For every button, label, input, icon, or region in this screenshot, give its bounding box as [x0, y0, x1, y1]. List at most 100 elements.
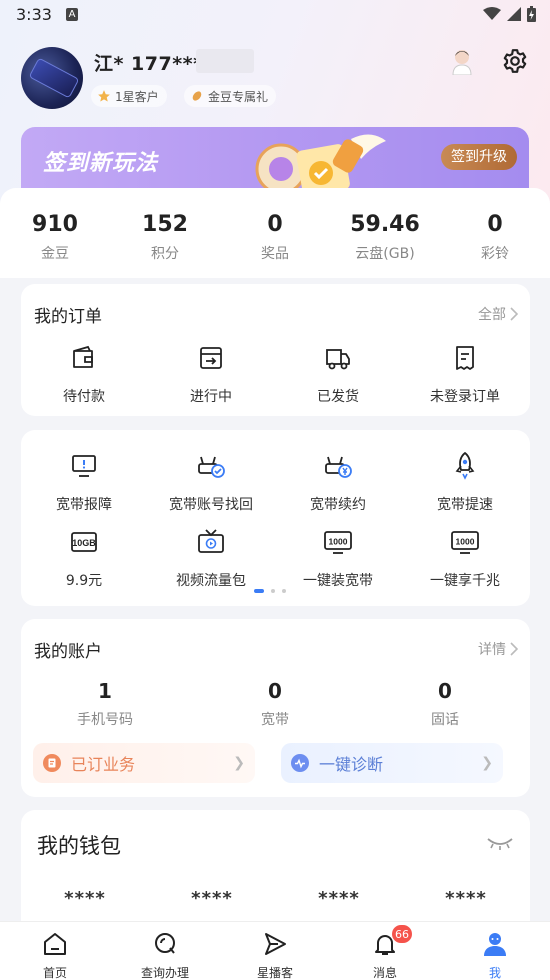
stat-golden-beans[interactable]: 910 金豆	[0, 212, 110, 263]
stat-label: 金豆	[41, 246, 69, 262]
router-yen-icon	[325, 456, 352, 478]
eye-closed-icon[interactable]	[486, 836, 514, 850]
service-label: 一键装宽带	[303, 573, 373, 589]
service-broadband-fault[interactable]: 宽带报障	[24, 450, 144, 514]
orders-all-label: 全部	[478, 307, 506, 323]
golden-bean-gift-badge[interactable]: 金豆专属礼	[184, 85, 277, 107]
stat-label: 彩铃	[481, 246, 509, 262]
customer-level-label: 1星客户	[115, 89, 159, 104]
service-gigabit-broadband[interactable]: 1000 一键享千兆	[405, 526, 525, 590]
banner-title: 签到新玩法	[43, 151, 159, 176]
orders-title: 我的订单	[34, 307, 102, 327]
nav-label: 星播客	[256, 966, 293, 980]
service-data-package[interactable]: 10GB 9.9元	[24, 526, 144, 590]
golden-bean-gift-label: 金豆专属礼	[208, 89, 269, 104]
checkin-illustration	[255, 134, 386, 193]
carousel-page-indicator[interactable]	[254, 589, 286, 593]
message-count-badge: 66	[391, 924, 413, 944]
carousel-dot[interactable]	[271, 589, 275, 593]
stat-prizes[interactable]: 0 奖品	[220, 212, 330, 263]
checkin-banner[interactable]: 签到新玩法 签到升级	[21, 127, 529, 193]
nav-query[interactable]: 查询办理	[110, 930, 220, 980]
order-in-progress[interactable]: 进行中	[151, 342, 271, 406]
account-details-link[interactable]: 详情	[478, 639, 518, 659]
carousel-dot[interactable]	[282, 589, 286, 593]
service-label: 宽带报障	[56, 497, 112, 513]
nav-messages[interactable]: 66 消息	[330, 924, 440, 980]
service-label: 宽带提速	[437, 497, 493, 513]
stat-label: 云盘(GB)	[355, 246, 415, 262]
service-label: 宽带账号找回	[169, 497, 253, 513]
stat-value: 910	[32, 212, 78, 237]
order-shipped[interactable]: 已发货	[278, 342, 398, 406]
nav-star-podcast[interactable]: 星播客	[220, 930, 330, 980]
account-stat-label: 固话	[431, 712, 459, 728]
status-icons	[483, 6, 536, 22]
avatar[interactable]	[21, 47, 83, 109]
customer-level-badge[interactable]: 1星客户	[91, 85, 167, 107]
stat-value: 0	[267, 212, 283, 237]
orders-all-link[interactable]: 全部	[478, 304, 518, 324]
order-label: 进行中	[190, 389, 232, 405]
service-label: 9.9元	[65, 573, 103, 589]
service-install-broadband[interactable]: 1000 一键装宽带	[278, 526, 398, 590]
wallet-value: ****	[64, 888, 106, 909]
chevron-right-icon	[510, 642, 518, 656]
stat-ringtone[interactable]: 0 彩铃	[440, 212, 550, 263]
nav-label: 消息	[372, 966, 397, 980]
chevron-right-icon: ❯	[481, 755, 493, 771]
star-icon	[98, 90, 110, 102]
inbox-arrow-icon	[200, 347, 222, 369]
send-icon	[265, 933, 286, 955]
stat-points[interactable]: 152 积分	[110, 212, 220, 263]
truck-icon	[326, 349, 350, 370]
service-broadband-speedup[interactable]: 宽带提速	[405, 450, 525, 514]
service-account-recovery[interactable]: 宽带账号找回	[151, 450, 271, 514]
order-label: 已发货	[317, 389, 359, 405]
stat-value: 0	[487, 212, 503, 237]
username-mask	[196, 49, 254, 73]
account-stat-label: 宽带	[261, 712, 289, 728]
service-broadband-renewal[interactable]: 宽带续约	[278, 450, 398, 514]
account-landline[interactable]: 0 固话	[375, 679, 515, 729]
nav-label: 首页	[42, 966, 67, 980]
carousel-dot[interactable]	[254, 589, 264, 593]
stat-value: 152	[142, 212, 188, 237]
orders-card: 我的订单 全部 待付款 进行中 已发货 未登录订单	[21, 284, 530, 416]
status-bar: 3:33 A	[0, 0, 550, 30]
monitor-alert-icon	[72, 455, 96, 477]
stat-label: 积分	[151, 246, 179, 262]
stat-cloud-storage[interactable]: 59.46 云盘(GB)	[330, 212, 440, 263]
data-10gb-icon: 10GB	[71, 532, 97, 552]
rocket-icon	[455, 452, 475, 480]
ime-indicator-icon: A	[66, 8, 78, 21]
one-click-diagnose-button[interactable]: 一键诊断 ❯	[281, 743, 503, 783]
account-title: 我的账户	[34, 642, 102, 662]
account-phone-numbers[interactable]: 1 手机号码	[35, 679, 175, 729]
service-video-data-package[interactable]: 视频流量包	[151, 526, 271, 590]
router-check-icon	[198, 456, 225, 478]
account-card: 我的账户 详情 1 手机号码 0 宽带 0 固话 已订业务 ❯ 一键诊断 ❯	[21, 619, 530, 797]
diagnose-icon	[291, 754, 309, 772]
subscription-icon	[43, 754, 61, 772]
stat-value: 59.46	[350, 212, 420, 237]
order-not-logged-in[interactable]: 未登录订单	[405, 342, 525, 406]
account-stat-value: 1	[98, 679, 112, 703]
nav-me[interactable]: 我	[440, 930, 550, 980]
account-broadband[interactable]: 0 宽带	[205, 679, 345, 729]
service-label: 一键享千兆	[430, 573, 500, 589]
order-label: 未登录订单	[430, 389, 500, 405]
nav-home[interactable]: 首页	[0, 930, 110, 980]
data-10gb-icon-text: 10GB	[72, 538, 96, 548]
wallet-value: ****	[445, 888, 487, 909]
customer-service-icon[interactable]	[450, 47, 474, 75]
tv-play-icon	[198, 529, 224, 553]
subscribed-services-button[interactable]: 已订业务 ❯	[33, 743, 255, 783]
settings-gear-icon[interactable]	[502, 48, 528, 74]
wallet-title: 我的钱包	[37, 834, 121, 858]
user-icon	[484, 933, 506, 956]
order-pending-payment[interactable]: 待付款	[24, 342, 144, 406]
checkin-upgrade-button[interactable]: 签到升级	[441, 144, 517, 170]
one-click-diagnose-label: 一键诊断	[319, 755, 384, 774]
broadband-services-card: 宽带报障 宽带账号找回 宽带续约 宽带提速 10GB 9.9元 视频流量包 10…	[21, 430, 530, 606]
